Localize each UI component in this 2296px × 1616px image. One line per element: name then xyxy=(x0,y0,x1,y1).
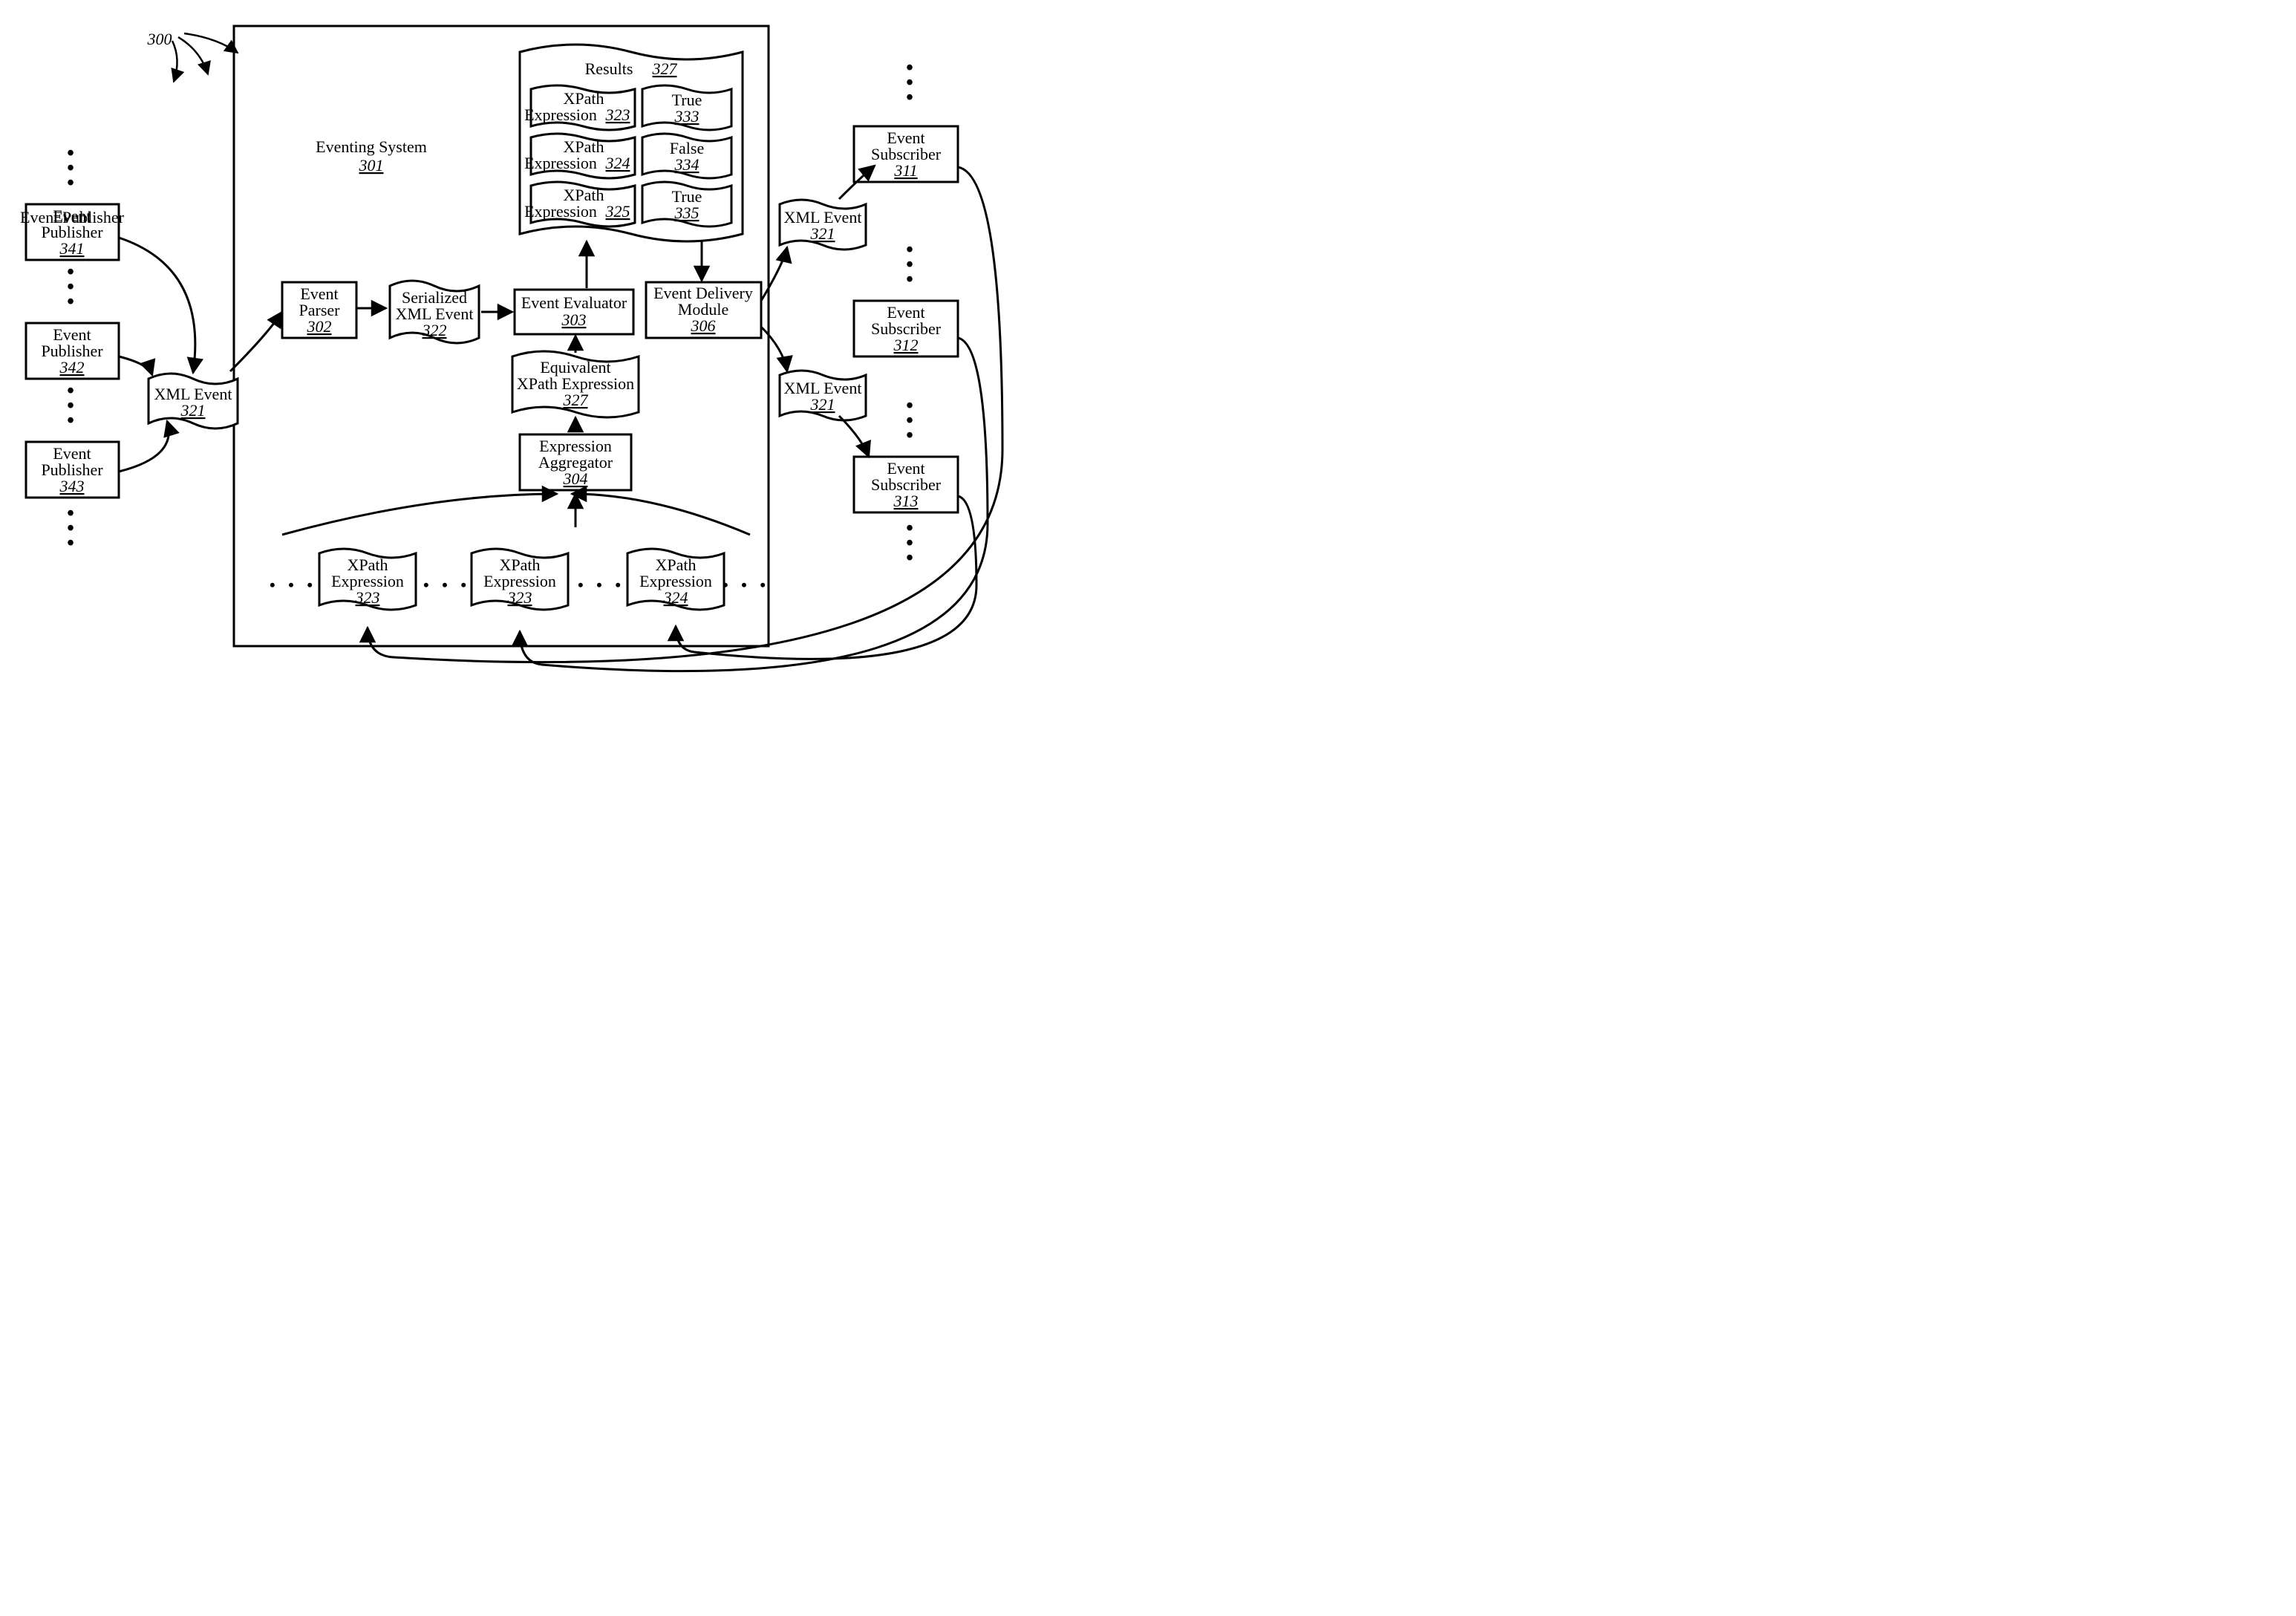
system-ref: 301 xyxy=(359,156,384,175)
svg-text:335: 335 xyxy=(674,203,699,222)
arrow-xmlB-to-sub3 xyxy=(839,416,869,457)
svg-text:334: 334 xyxy=(674,155,699,174)
vdots-right-mid2: ••• xyxy=(906,394,913,447)
svg-text:311: 311 xyxy=(893,161,917,180)
svg-text:322: 322 xyxy=(422,321,447,339)
vdots-left-mid2: ••• xyxy=(67,379,74,432)
hdots-3: • • • xyxy=(578,576,625,594)
serialized-xml-event: Serialized XML Event 322 xyxy=(390,281,479,343)
svg-text:•: • xyxy=(906,547,913,570)
svg-text:•: • xyxy=(906,424,913,447)
svg-text:•: • xyxy=(67,172,74,195)
svg-text:323: 323 xyxy=(507,588,532,607)
svg-text:Results: Results xyxy=(585,59,633,78)
figure-ref: 300 xyxy=(147,30,172,48)
svg-text:313: 313 xyxy=(893,492,919,510)
results-row-2: XPath Expression 324 False 334 xyxy=(524,134,731,178)
vdots-right-bot: ••• xyxy=(906,517,913,570)
svg-text:323: 323 xyxy=(355,588,380,607)
svg-text:342: 342 xyxy=(59,358,85,377)
svg-text:325: 325 xyxy=(605,202,630,221)
vdots-left-bot: ••• xyxy=(67,502,74,555)
svg-text:321: 321 xyxy=(810,224,835,243)
svg-text:304: 304 xyxy=(563,469,588,488)
hdots-1: • • • xyxy=(270,576,317,594)
xml-event-right-b: XML Event 321 xyxy=(780,371,866,420)
vdots-right-top: ••• xyxy=(906,56,913,109)
diagram-canvas: 300 Eventing System 301 ••• Event Publis… xyxy=(0,0,1148,808)
xpath-bottom-3: XPath Expression 324 xyxy=(627,549,724,610)
svg-text:333: 333 xyxy=(674,107,699,126)
svg-text:312: 312 xyxy=(893,336,919,354)
svg-text:324: 324 xyxy=(663,588,688,607)
svg-text:•: • xyxy=(67,532,74,555)
svg-text:Event Evaluator: Event Evaluator xyxy=(521,293,627,312)
results-row-1: XPath Expression 323 True 333 xyxy=(524,85,731,130)
svg-text:Expression: Expression xyxy=(524,105,597,124)
svg-text:306: 306 xyxy=(691,316,716,335)
hdots-2: • • • xyxy=(423,576,471,594)
equiv-xpath: Equivalent XPath Expression 327 xyxy=(512,351,639,417)
svg-text:Expression: Expression xyxy=(524,202,597,221)
vdots-right-mid1: ••• xyxy=(906,238,913,291)
svg-text:327: 327 xyxy=(652,59,678,78)
xpath-bottom-2: XPath Expression 323 xyxy=(472,549,568,610)
svg-text:•: • xyxy=(906,86,913,109)
hdots-4: • • • xyxy=(723,576,770,594)
xml-event-right-a: XML Event 321 xyxy=(780,200,866,250)
svg-text:327: 327 xyxy=(563,391,589,409)
system-title: Eventing System xyxy=(316,137,427,156)
svg-text:•: • xyxy=(906,268,913,291)
xpath-bottom-1: XPath Expression 323 xyxy=(319,549,416,610)
svg-text:•: • xyxy=(67,290,74,313)
svg-text:343: 343 xyxy=(59,477,85,495)
svg-text:•: • xyxy=(67,409,74,432)
svg-text:321: 321 xyxy=(180,401,206,420)
results-row-3: XPath Expression 325 True 335 xyxy=(524,182,731,227)
svg-text:302: 302 xyxy=(307,317,332,336)
svg-text:341: 341 xyxy=(59,239,85,258)
xml-event-left: XML Event 321 xyxy=(149,374,238,429)
svg-text:321: 321 xyxy=(810,395,835,414)
svg-text:303: 303 xyxy=(561,310,587,329)
vdots-left-mid1: ••• xyxy=(67,261,74,313)
svg-text:Expression: Expression xyxy=(524,154,597,172)
svg-text:323: 323 xyxy=(605,105,630,124)
vdots-left-top: ••• xyxy=(67,142,74,195)
svg-text:324: 324 xyxy=(605,154,630,172)
